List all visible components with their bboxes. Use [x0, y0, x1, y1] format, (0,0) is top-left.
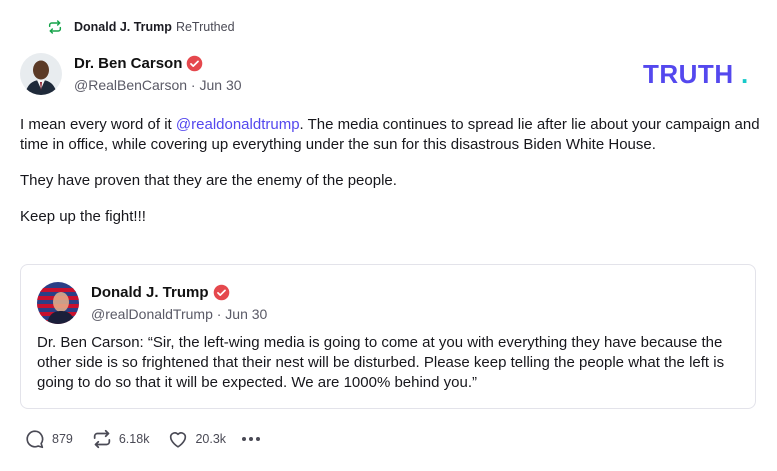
post-body: I mean every word of it @realdonaldtrump… [20, 115, 760, 243]
mention-link[interactable]: @realdonaldtrump [176, 116, 300, 133]
author-name[interactable]: Dr. Ben Carson [74, 55, 182, 72]
retruth-count: 6.18k [118, 432, 150, 446]
retruth-button[interactable]: 6.18k [91, 428, 150, 450]
post-paragraph-2: They have proven that they are the enemy… [20, 172, 397, 189]
post-paragraph-3: Keep up the fight!!! [20, 208, 146, 225]
quoted-post[interactable]: Donald J. Trump @realDonaldTrump · Jun 3… [20, 264, 756, 409]
more-icon[interactable] [242, 437, 261, 441]
action-bar: 879 6.18k 20.3k [24, 428, 261, 450]
post-header: Dr. Ben Carson @RealBenCarson · Jun 30 [20, 53, 242, 95]
like-count: 20.3k [195, 432, 227, 446]
retruth-label: ReTruthed [175, 20, 235, 34]
reply-icon [26, 430, 44, 449]
avatar[interactable] [20, 53, 62, 95]
verified-badge-icon [187, 55, 203, 72]
post-paragraph-1: I mean every word of it @realdonaldtrump… [20, 116, 760, 153]
like-button[interactable]: 20.3k [167, 428, 226, 450]
reply-count: 879 [52, 432, 73, 446]
quote-text: Dr. Ben Carson: “Sir, the left-wing medi… [37, 334, 725, 391]
verified-badge-icon [213, 284, 229, 301]
logo-dot: . [741, 60, 748, 88]
reply-button[interactable]: 879 [24, 428, 73, 450]
retruth-action-icon [93, 429, 111, 449]
retruth-icon [48, 20, 62, 34]
author-handle[interactable]: @RealBenCarson · Jun 30 [74, 77, 242, 93]
logo-text: TRUTH [643, 60, 734, 88]
like-icon [170, 432, 187, 448]
truth-logo[interactable]: TRUTH . [643, 60, 757, 88]
retruth-banner: Donald J. Trump ReTruthed [47, 19, 235, 35]
quote-avatar[interactable] [37, 282, 79, 324]
quote-author-handle[interactable]: @realDonaldTrump · Jun 30 [91, 306, 267, 322]
retruth-user[interactable]: Donald J. Trump [74, 20, 172, 34]
quote-author-name[interactable]: Donald J. Trump [91, 284, 209, 301]
